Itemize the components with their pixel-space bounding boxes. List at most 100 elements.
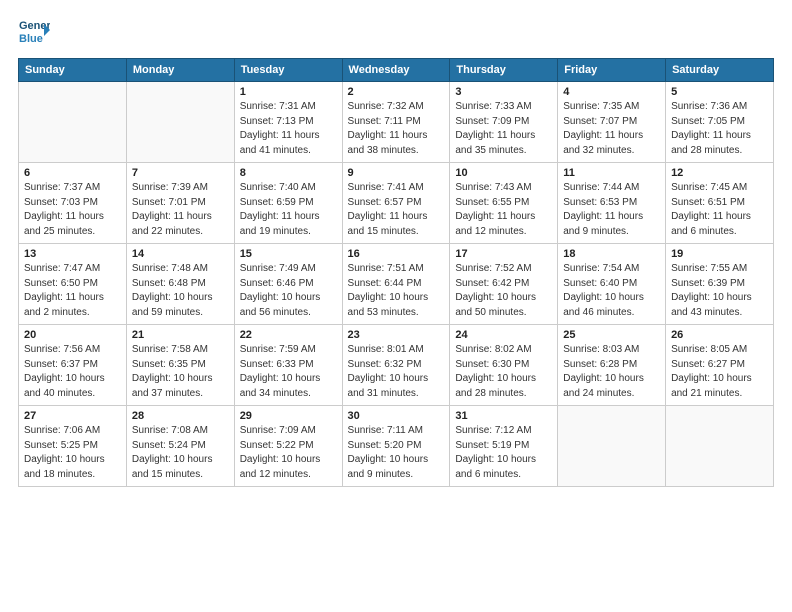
cell-date-number: 26 — [671, 329, 768, 341]
cell-date-number: 6 — [24, 167, 121, 179]
calendar-cell: 10 Sunrise: 7:43 AM Sunset: 6:55 PM Dayli… — [450, 163, 558, 244]
calendar-cell: 15 Sunrise: 7:49 AM Sunset: 6:46 PM Dayli… — [234, 244, 342, 325]
calendar-cell: 17 Sunrise: 7:52 AM Sunset: 6:42 PM Dayli… — [450, 244, 558, 325]
cell-date-number: 27 — [24, 410, 121, 422]
cell-date-number: 28 — [132, 410, 229, 422]
calendar-cell: 5Sunrise: 7:36 AM Sunset: 7:05 PM Daylig… — [666, 82, 774, 163]
cell-info-text: Sunrise: 7:44 AM Sunset: 6:53 PM Dayligh… — [563, 181, 660, 239]
cell-info-text: Sunrise: 7:54 AM Sunset: 6:40 PM Dayligh… — [563, 262, 660, 320]
calendar-cell: 27 Sunrise: 7:06 AM Sunset: 5:25 PM Dayli… — [19, 406, 127, 487]
cell-date-number: 20 — [24, 329, 121, 341]
cell-info-text: Sunrise: 8:03 AM Sunset: 6:28 PM Dayligh… — [563, 343, 660, 401]
cell-date-number: 24 — [455, 329, 552, 341]
calendar-cell: 18Sunrise: 7:54 AM Sunset: 6:40 PM Dayli… — [558, 244, 666, 325]
cell-date-number: 8 — [240, 167, 337, 179]
calendar-cell: 14 Sunrise: 7:48 AM Sunset: 6:48 PM Dayli… — [126, 244, 234, 325]
calendar-cell: 20Sunrise: 7:56 AM Sunset: 6:37 PM Dayli… — [19, 325, 127, 406]
weekday-header-thursday: Thursday — [450, 59, 558, 82]
calendar-cell: 21Sunrise: 7:58 AM Sunset: 6:35 PM Dayli… — [126, 325, 234, 406]
calendar-table: SundayMondayTuesdayWednesdayThursdayFrid… — [18, 58, 774, 487]
cell-info-text: Sunrise: 7:59 AM Sunset: 6:33 PM Dayligh… — [240, 343, 337, 401]
cell-date-number: 4 — [563, 86, 660, 98]
calendar-cell: 11 Sunrise: 7:44 AM Sunset: 6:53 PM Dayli… — [558, 163, 666, 244]
calendar-cell: 25Sunrise: 8:03 AM Sunset: 6:28 PM Dayli… — [558, 325, 666, 406]
cell-info-text: Sunrise: 7:39 AM Sunset: 7:01 PM Dayligh… — [132, 181, 229, 239]
cell-date-number: 3 — [455, 86, 552, 98]
cell-info-text: Sunrise: 7:41 AM Sunset: 6:57 PM Dayligh… — [348, 181, 445, 239]
page: General Blue SundayMondayTuesdayWednesda… — [0, 0, 792, 612]
cell-date-number: 31 — [455, 410, 552, 422]
cell-date-number: 22 — [240, 329, 337, 341]
calendar-cell: 3 Sunrise: 7:33 AM Sunset: 7:09 PM Daylig… — [450, 82, 558, 163]
calendar-cell: 8 Sunrise: 7:40 AM Sunset: 6:59 PM Daylig… — [234, 163, 342, 244]
cell-info-text: Sunrise: 7:11 AM Sunset: 5:20 PM Dayligh… — [348, 424, 445, 482]
cell-date-number: 16 — [348, 248, 445, 260]
calendar-cell: 12 Sunrise: 7:45 AM Sunset: 6:51 PM Dayli… — [666, 163, 774, 244]
cell-date-number: 1 — [240, 86, 337, 98]
cell-info-text: Sunrise: 7:08 AM Sunset: 5:24 PM Dayligh… — [132, 424, 229, 482]
cell-info-text: Sunrise: 7:33 AM Sunset: 7:09 PM Dayligh… — [455, 100, 552, 158]
cell-info-text: Sunrise: 8:02 AM Sunset: 6:30 PM Dayligh… — [455, 343, 552, 401]
cell-info-text: Sunrise: 7:32 AM Sunset: 7:11 PM Dayligh… — [348, 100, 445, 158]
cell-info-text: Sunrise: 7:12 AM Sunset: 5:19 PM Dayligh… — [455, 424, 552, 482]
cell-info-text: Sunrise: 7:45 AM Sunset: 6:51 PM Dayligh… — [671, 181, 768, 239]
cell-info-text: Sunrise: 8:01 AM Sunset: 6:32 PM Dayligh… — [348, 343, 445, 401]
logo-svg: General Blue — [18, 16, 50, 48]
cell-info-text: Sunrise: 7:58 AM Sunset: 6:35 PM Dayligh… — [132, 343, 229, 401]
calendar-week-row: 20Sunrise: 7:56 AM Sunset: 6:37 PM Dayli… — [19, 325, 774, 406]
calendar-week-row: 13 Sunrise: 7:47 AM Sunset: 6:50 PM Dayli… — [19, 244, 774, 325]
calendar-cell: 31 Sunrise: 7:12 AM Sunset: 5:19 PM Dayli… — [450, 406, 558, 487]
calendar-cell: 22 Sunrise: 7:59 AM Sunset: 6:33 PM Dayli… — [234, 325, 342, 406]
cell-info-text: Sunrise: 7:09 AM Sunset: 5:22 PM Dayligh… — [240, 424, 337, 482]
svg-text:Blue: Blue — [19, 33, 43, 45]
cell-date-number: 19 — [671, 248, 768, 260]
cell-info-text: Sunrise: 7:47 AM Sunset: 6:50 PM Dayligh… — [24, 262, 121, 320]
cell-date-number: 12 — [671, 167, 768, 179]
calendar-cell: 30 Sunrise: 7:11 AM Sunset: 5:20 PM Dayli… — [342, 406, 450, 487]
calendar-cell: 26Sunrise: 8:05 AM Sunset: 6:27 PM Dayli… — [666, 325, 774, 406]
weekday-header-monday: Monday — [126, 59, 234, 82]
calendar-cell: 9Sunrise: 7:41 AM Sunset: 6:57 PM Daylig… — [342, 163, 450, 244]
cell-date-number: 5 — [671, 86, 768, 98]
cell-date-number: 30 — [348, 410, 445, 422]
cell-info-text: Sunrise: 7:31 AM Sunset: 7:13 PM Dayligh… — [240, 100, 337, 158]
weekday-header-friday: Friday — [558, 59, 666, 82]
cell-info-text: Sunrise: 7:43 AM Sunset: 6:55 PM Dayligh… — [455, 181, 552, 239]
weekday-header-wednesday: Wednesday — [342, 59, 450, 82]
calendar-cell: 19Sunrise: 7:55 AM Sunset: 6:39 PM Dayli… — [666, 244, 774, 325]
calendar-cell — [558, 406, 666, 487]
cell-info-text: Sunrise: 7:48 AM Sunset: 6:48 PM Dayligh… — [132, 262, 229, 320]
calendar-body: 1 Sunrise: 7:31 AM Sunset: 7:13 PM Daylig… — [19, 82, 774, 487]
header: General Blue — [18, 16, 774, 48]
cell-date-number: 10 — [455, 167, 552, 179]
calendar-cell: 7 Sunrise: 7:39 AM Sunset: 7:01 PM Daylig… — [126, 163, 234, 244]
calendar-cell: 6Sunrise: 7:37 AM Sunset: 7:03 PM Daylig… — [19, 163, 127, 244]
calendar-header: SundayMondayTuesdayWednesdayThursdayFrid… — [19, 59, 774, 82]
cell-date-number: 7 — [132, 167, 229, 179]
cell-info-text: Sunrise: 7:06 AM Sunset: 5:25 PM Dayligh… — [24, 424, 121, 482]
calendar-cell — [19, 82, 127, 163]
cell-info-text: Sunrise: 7:52 AM Sunset: 6:42 PM Dayligh… — [455, 262, 552, 320]
logo: General Blue — [18, 16, 50, 48]
weekday-header-row: SundayMondayTuesdayWednesdayThursdayFrid… — [19, 59, 774, 82]
cell-date-number: 13 — [24, 248, 121, 260]
calendar-cell: 24 Sunrise: 8:02 AM Sunset: 6:30 PM Dayli… — [450, 325, 558, 406]
cell-date-number: 2 — [348, 86, 445, 98]
cell-date-number: 23 — [348, 329, 445, 341]
cell-date-number: 29 — [240, 410, 337, 422]
cell-date-number: 11 — [563, 167, 660, 179]
calendar-week-row: 6Sunrise: 7:37 AM Sunset: 7:03 PM Daylig… — [19, 163, 774, 244]
cell-info-text: Sunrise: 7:49 AM Sunset: 6:46 PM Dayligh… — [240, 262, 337, 320]
cell-info-text: Sunrise: 7:40 AM Sunset: 6:59 PM Dayligh… — [240, 181, 337, 239]
calendar-week-row: 27 Sunrise: 7:06 AM Sunset: 5:25 PM Dayli… — [19, 406, 774, 487]
cell-date-number: 15 — [240, 248, 337, 260]
cell-info-text: Sunrise: 7:35 AM Sunset: 7:07 PM Dayligh… — [563, 100, 660, 158]
calendar-week-row: 1 Sunrise: 7:31 AM Sunset: 7:13 PM Daylig… — [19, 82, 774, 163]
cell-date-number: 14 — [132, 248, 229, 260]
cell-date-number: 17 — [455, 248, 552, 260]
calendar-cell: 13 Sunrise: 7:47 AM Sunset: 6:50 PM Dayli… — [19, 244, 127, 325]
calendar-cell: 4 Sunrise: 7:35 AM Sunset: 7:07 PM Daylig… — [558, 82, 666, 163]
cell-info-text: Sunrise: 7:51 AM Sunset: 6:44 PM Dayligh… — [348, 262, 445, 320]
calendar-cell: 23 Sunrise: 8:01 AM Sunset: 6:32 PM Dayli… — [342, 325, 450, 406]
calendar-cell: 28 Sunrise: 7:08 AM Sunset: 5:24 PM Dayli… — [126, 406, 234, 487]
